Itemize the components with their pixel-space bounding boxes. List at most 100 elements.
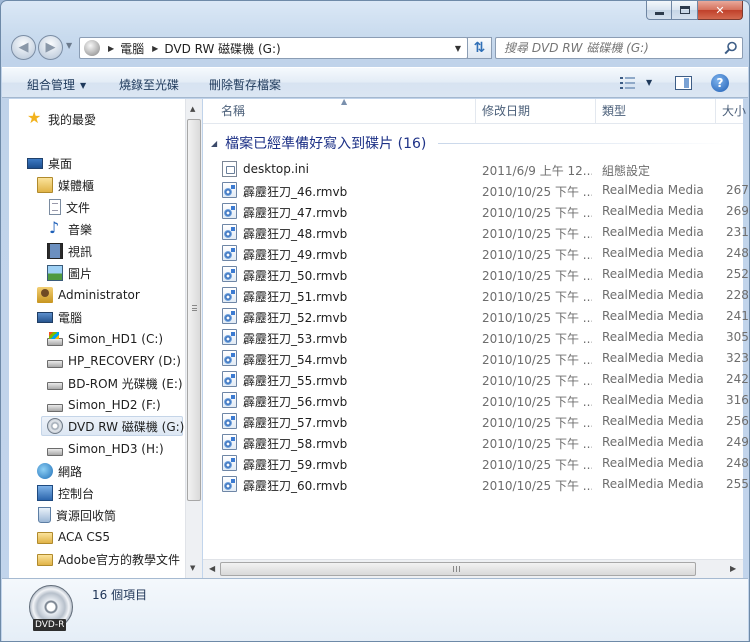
- file-row[interactable]: 霹靂狂刀_49.rmvb 2010/10/25 下午 ... RealMedia M…: [203, 243, 749, 264]
- nav-item-computer[interactable]: 電腦: [37, 307, 82, 327]
- file-row[interactable]: 霹靂狂刀_60.rmvb 2010/10/25 下午 ... RealMedia M…: [203, 474, 749, 495]
- breadcrumb-separator-icon[interactable]: ▶: [108, 44, 114, 53]
- column-header-date[interactable]: 修改日期: [476, 99, 596, 124]
- file-row[interactable]: 霹靂狂刀_58.rmvb 2010/10/25 下午 ... RealMedia M…: [203, 432, 749, 453]
- details-pane: DVD-R 16 個項目: [2, 578, 748, 641]
- address-bar[interactable]: ▶ 電腦 ▶ DVD RW 磁碟機 (G:) ▼: [79, 37, 468, 59]
- search-input[interactable]: [496, 38, 706, 58]
- file-row[interactable]: 霹靂狂刀_53.rmvb 2010/10/25 下午 ... RealMedia M…: [203, 327, 749, 348]
- address-history-dropdown-icon[interactable]: ▼: [455, 44, 461, 53]
- nav-item-network[interactable]: 網路: [37, 461, 82, 481]
- file-row[interactable]: 霹靂狂刀_51.rmvb 2010/10/25 下午 ... RealMedia M…: [203, 285, 749, 306]
- navigation-pane-scrollbar[interactable]: ▲ ▼: [185, 99, 202, 578]
- column-header-size[interactable]: 大小: [716, 99, 749, 124]
- organize-menu-button[interactable]: 組合管理 ▼: [27, 76, 86, 93]
- column-header-type[interactable]: 類型: [596, 99, 716, 124]
- group-header[interactable]: ◢ 檔案已經準備好寫入到碟片 (16): [211, 133, 733, 153]
- recent-pages-dropdown-icon[interactable]: ▼: [66, 41, 72, 50]
- control-panel-icon: [37, 485, 53, 501]
- file-name: 霹靂狂刀_46.rmvb: [243, 185, 348, 199]
- minimize-button[interactable]: [646, 1, 672, 20]
- scrollbar-thumb[interactable]: [187, 119, 201, 501]
- nav-item-documents[interactable]: 文件: [47, 197, 90, 217]
- scroll-right-icon[interactable]: ▶: [730, 564, 736, 573]
- file-type: RealMedia Media: [602, 435, 704, 449]
- file-date: 2010/10/25 下午 ...: [482, 353, 592, 367]
- scroll-left-icon[interactable]: ◀: [209, 564, 215, 573]
- file-list-horizontal-scrollbar[interactable]: ◀ ▶: [203, 559, 743, 578]
- file-type: RealMedia Media: [602, 372, 704, 386]
- preview-pane-icon[interactable]: [675, 76, 692, 90]
- nav-item-videos[interactable]: 視訊: [47, 241, 92, 261]
- maximize-button[interactable]: [672, 1, 698, 20]
- media-file-icon: [222, 392, 237, 408]
- nav-item-folder-aca[interactable]: ACA CS5: [37, 527, 110, 547]
- nav-item-folder-adobe[interactable]: Adobe官方的教學文件: [37, 549, 180, 569]
- file-row[interactable]: desktop.ini 2011/6/9 上午 12... 組態設定: [203, 159, 749, 180]
- file-type: RealMedia Media: [602, 225, 704, 239]
- nav-item-drive-d[interactable]: HP_RECOVERY (D:): [47, 351, 181, 371]
- media-file-icon: [222, 308, 237, 324]
- close-button[interactable]: ✕: [698, 1, 743, 20]
- nav-item-drive-f[interactable]: Simon_HD2 (F:): [47, 395, 161, 415]
- file-name: desktop.ini: [243, 162, 309, 176]
- help-icon[interactable]: ?: [711, 74, 729, 92]
- file-row[interactable]: 霹靂狂刀_54.rmvb 2010/10/25 下午 ... RealMedia M…: [203, 348, 749, 369]
- nav-item-music[interactable]: 音樂: [47, 218, 92, 239]
- nav-item-drive-c[interactable]: Simon_HD1 (C:): [47, 329, 163, 349]
- nav-item-label: ACA CS5: [58, 530, 111, 544]
- forward-button[interactable]: ▶: [38, 35, 63, 60]
- file-row[interactable]: 霹靂狂刀_55.rmvb 2010/10/25 下午 ... RealMedia M…: [203, 369, 749, 390]
- file-date: 2010/10/25 下午 ...: [482, 269, 592, 283]
- refresh-button[interactable]: ⇅: [467, 37, 492, 59]
- file-row[interactable]: 霹靂狂刀_50.rmvb 2010/10/25 下午 ... RealMedia M…: [203, 264, 749, 285]
- file-date: 2010/10/25 下午 ...: [482, 206, 592, 220]
- file-row[interactable]: 霹靂狂刀_47.rmvb 2010/10/25 下午 ... RealMedia M…: [203, 201, 749, 222]
- star-icon: [27, 108, 43, 127]
- search-icon[interactable]: [724, 41, 738, 55]
- config-file-icon: [222, 161, 237, 177]
- grip-icon: [453, 566, 460, 572]
- scroll-down-icon[interactable]: ▼: [190, 564, 195, 572]
- file-row[interactable]: 霹靂狂刀_52.rmvb 2010/10/25 下午 ... RealMedia M…: [203, 306, 749, 327]
- change-view-icon[interactable]: [620, 76, 636, 90]
- file-size: 305: [726, 330, 749, 344]
- file-date: 2010/10/25 下午 ...: [482, 227, 592, 241]
- nav-item-libraries[interactable]: 媒體櫃: [37, 175, 94, 195]
- media-file-icon: [222, 371, 237, 387]
- hard-drive-icon: [47, 447, 63, 456]
- nav-item-favorites[interactable]: 我的最愛: [27, 108, 96, 129]
- back-button[interactable]: ◀: [11, 35, 36, 60]
- forward-arrow-icon: ▶: [45, 40, 56, 55]
- view-options-dropdown-icon[interactable]: ▼: [646, 78, 652, 87]
- file-row[interactable]: 霹靂狂刀_59.rmvb 2010/10/25 下午 ... RealMedia M…: [203, 453, 749, 474]
- breadcrumb-dvd-drive[interactable]: DVD RW 磁碟機 (G:): [164, 40, 280, 57]
- nav-item-drive-h[interactable]: Simon_HD3 (H:): [47, 439, 164, 459]
- nav-item-user[interactable]: Administrator: [37, 285, 140, 305]
- collapse-triangle-icon[interactable]: ◢: [211, 139, 217, 148]
- back-arrow-icon: ◀: [18, 40, 29, 55]
- nav-item-control-panel[interactable]: 控制台: [37, 483, 94, 503]
- delete-temp-files-button[interactable]: 刪除暫存檔案: [209, 76, 281, 93]
- command-bar: 組合管理 ▼ 燒錄至光碟 刪除暫存檔案 ▼ ?: [2, 67, 748, 98]
- file-date: 2010/10/25 下午 ...: [482, 311, 592, 325]
- nav-item-desktop[interactable]: 桌面: [27, 153, 72, 173]
- file-size: 248: [726, 456, 749, 470]
- nav-item-drive-e[interactable]: BD-ROM 光碟機 (E:): [47, 373, 183, 393]
- file-date: 2010/10/25 下午 ...: [482, 374, 592, 388]
- scroll-up-icon[interactable]: ▲: [190, 105, 195, 113]
- breadcrumb-separator-icon[interactable]: ▶: [152, 44, 158, 53]
- file-date: 2010/10/25 下午 ...: [482, 479, 592, 493]
- nav-item-drive-g[interactable]: DVD RW 磁碟機 (G:): [41, 416, 184, 436]
- file-row[interactable]: 霹靂狂刀_46.rmvb 2010/10/25 下午 ... RealMedia M…: [203, 180, 749, 201]
- scrollbar-thumb[interactable]: [220, 562, 696, 576]
- nav-item-pictures[interactable]: 圖片: [47, 263, 92, 283]
- file-row[interactable]: 霹靂狂刀_48.rmvb 2010/10/25 下午 ... RealMedia M…: [203, 222, 749, 243]
- file-row[interactable]: 霹靂狂刀_57.rmvb 2010/10/25 下午 ... RealMedia M…: [203, 411, 749, 432]
- file-row[interactable]: 霹靂狂刀_56.rmvb 2010/10/25 下午 ... RealMedia M…: [203, 390, 749, 411]
- breadcrumb-computer[interactable]: 電腦: [120, 40, 144, 57]
- burn-to-disc-button[interactable]: 燒錄至光碟: [119, 76, 179, 93]
- nav-item-recycle-bin[interactable]: 資源回收筒: [37, 505, 116, 525]
- search-box[interactable]: [495, 37, 743, 59]
- column-header-name[interactable]: 名稱: [215, 99, 476, 124]
